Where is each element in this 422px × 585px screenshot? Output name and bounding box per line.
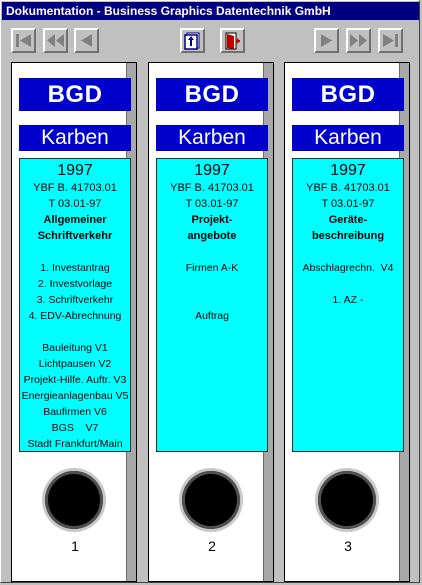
- index-button[interactable]: [180, 28, 205, 53]
- binder-number: 1: [71, 538, 79, 554]
- list-item: [20, 244, 130, 260]
- date-label: T 03.01-97: [185, 198, 239, 210]
- list-item: 3. Schriftverkehr: [36, 294, 114, 306]
- last-page-button[interactable]: [378, 28, 403, 53]
- client-label: Karben: [156, 125, 268, 151]
- list-item: Auftrag: [195, 310, 229, 322]
- first-page-button[interactable]: [11, 28, 36, 53]
- subject-line: Schriftverkehr: [37, 230, 113, 242]
- previous-icon: [81, 34, 92, 47]
- date-label: T 03.01-97: [321, 198, 375, 210]
- next-icon: [321, 34, 332, 47]
- list-item: [20, 324, 130, 340]
- client-label: Karben: [292, 125, 404, 151]
- index-icon: [184, 32, 200, 50]
- list-item: [293, 244, 403, 260]
- list-item: [157, 292, 267, 308]
- fast-forward-button[interactable]: [346, 28, 371, 53]
- year-label: 1997: [330, 162, 366, 179]
- subject-line: angebote: [187, 230, 237, 242]
- binder-number: 3: [344, 538, 352, 554]
- first-page-icon: [16, 34, 31, 47]
- rewind-icon: [47, 34, 64, 47]
- list-item: Energieanlagenbau V5: [21, 390, 129, 402]
- list-item: Abschlagrechn. V4: [302, 262, 394, 274]
- list-item: [157, 244, 267, 260]
- list-item: Baufirmen V6: [43, 406, 107, 418]
- list-item: Bauleitung V1: [42, 342, 108, 354]
- year-label: 1997: [194, 162, 230, 179]
- subject-line: Allgemeiner: [43, 214, 107, 226]
- subject-line: Geräte-: [328, 214, 368, 226]
- list-item: [157, 276, 267, 292]
- binder-3[interactable]: BGD Karben 1997 YBF B. 41703.01 T 03.01-…: [284, 62, 410, 582]
- reference-label: YBF B. 41703.01: [33, 182, 117, 194]
- reference-label: YBF B. 41703.01: [306, 182, 390, 194]
- brand-label: BGD: [156, 78, 268, 111]
- exit-button[interactable]: [220, 28, 245, 53]
- last-page-icon: [383, 34, 398, 47]
- fast-forward-icon: [350, 34, 367, 47]
- next-button[interactable]: [314, 28, 339, 53]
- binder-ring-hole: [318, 471, 376, 529]
- list-item: 1. Investantrag: [40, 262, 110, 274]
- binder-number: 2: [208, 538, 216, 554]
- binder-ring-hole: [45, 471, 103, 529]
- binder-label-panel: 1997 YBF B. 41703.01 T 03.01-97 Projekt-…: [156, 158, 268, 452]
- binder-label-panel: 1997 YBF B. 41703.01 T 03.01-97 Allgemei…: [19, 158, 131, 452]
- binder-label-panel: 1997 YBF B. 41703.01 T 03.01-97 Geräte- …: [292, 158, 404, 452]
- window-title: Dokumentation - Business Graphics Datent…: [2, 2, 419, 20]
- date-label: T 03.01-97: [48, 198, 102, 210]
- list-item: Projekt-Hilfe. Auftr. V3: [23, 374, 127, 386]
- subject-line: Projekt-: [191, 214, 233, 226]
- list-item: Firmen A-K: [185, 262, 239, 274]
- previous-button[interactable]: [74, 28, 99, 53]
- list-item: 4. EDV-Abrechnung: [28, 310, 122, 322]
- binder-2[interactable]: BGD Karben 1997 YBF B. 41703.01 T 03.01-…: [148, 62, 274, 582]
- brand-label: BGD: [19, 78, 131, 111]
- year-label: 1997: [57, 162, 93, 179]
- subject-line: beschreibung: [311, 230, 385, 242]
- list-item: Lichtpausen V2: [38, 358, 112, 370]
- brand-label: BGD: [292, 78, 404, 111]
- exit-door-icon: [225, 32, 240, 49]
- list-item: [293, 276, 403, 292]
- reference-label: YBF B. 41703.01: [170, 182, 254, 194]
- list-item: 2. Investvorlage: [37, 278, 113, 290]
- list-item: Stadt Frankfurt/Main: [27, 438, 123, 450]
- binder-1[interactable]: BGD Karben 1997 YBF B. 41703.01 T 03.01-…: [11, 62, 137, 582]
- binder-ring-hole: [182, 471, 240, 529]
- client-label: Karben: [19, 125, 131, 151]
- list-item: 1. AZ -: [332, 294, 364, 306]
- list-item: BGS V7: [51, 422, 99, 434]
- rewind-button[interactable]: [43, 28, 68, 53]
